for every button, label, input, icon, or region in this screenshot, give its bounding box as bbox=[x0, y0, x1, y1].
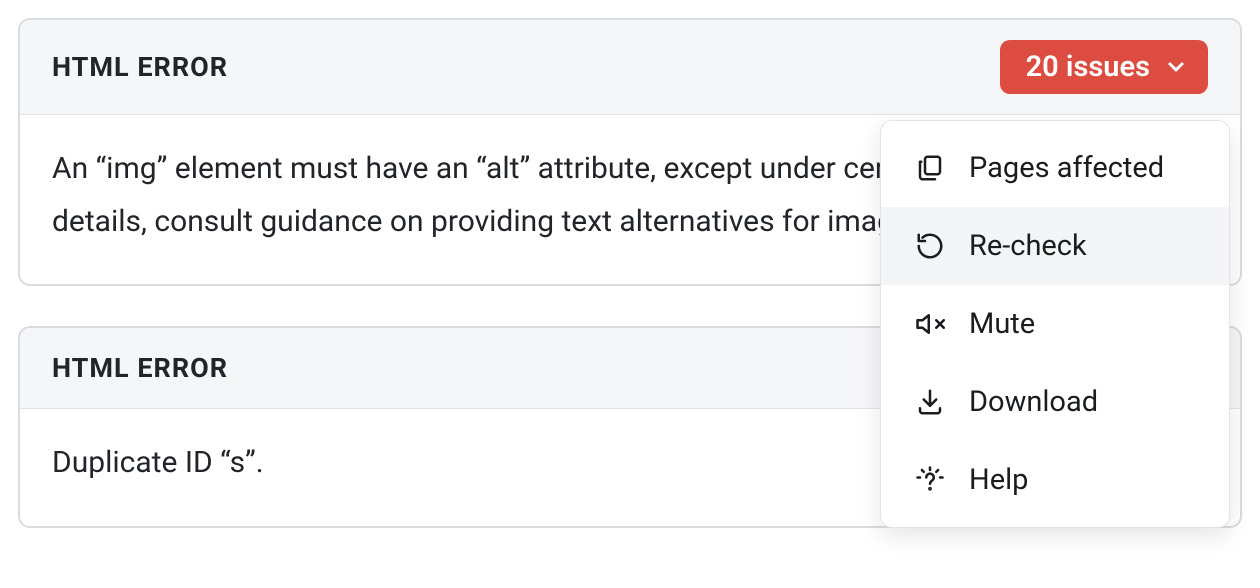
dropdown-item-pages-affected[interactable]: Pages affected bbox=[881, 129, 1229, 207]
dropdown-item-label: Help bbox=[969, 463, 1028, 497]
dropdown-item-label: Pages affected bbox=[969, 151, 1164, 185]
download-icon bbox=[915, 387, 945, 417]
dropdown-item-mute[interactable]: Mute bbox=[881, 285, 1229, 363]
dropdown-item-label: Mute bbox=[969, 307, 1035, 341]
issues-dropdown-menu: Pages affected Re-check Mute Download bbox=[880, 120, 1230, 528]
chevron-down-icon bbox=[1164, 55, 1188, 79]
mute-icon bbox=[915, 309, 945, 339]
dropdown-item-download[interactable]: Download bbox=[881, 363, 1229, 441]
dropdown-item-help[interactable]: Help bbox=[881, 441, 1229, 519]
dropdown-item-recheck[interactable]: Re-check bbox=[881, 207, 1229, 285]
dropdown-item-label: Re-check bbox=[969, 229, 1087, 263]
recheck-icon bbox=[915, 231, 945, 261]
issues-badge-button[interactable]: 20 issues bbox=[1000, 40, 1208, 94]
error-card-header: HTML ERROR 20 issues bbox=[20, 20, 1240, 115]
copy-icon bbox=[915, 153, 945, 183]
help-icon bbox=[915, 465, 945, 495]
error-card-title: HTML ERROR bbox=[52, 51, 228, 83]
dropdown-item-label: Download bbox=[969, 385, 1098, 419]
issues-badge-label: 20 issues bbox=[1026, 50, 1150, 84]
